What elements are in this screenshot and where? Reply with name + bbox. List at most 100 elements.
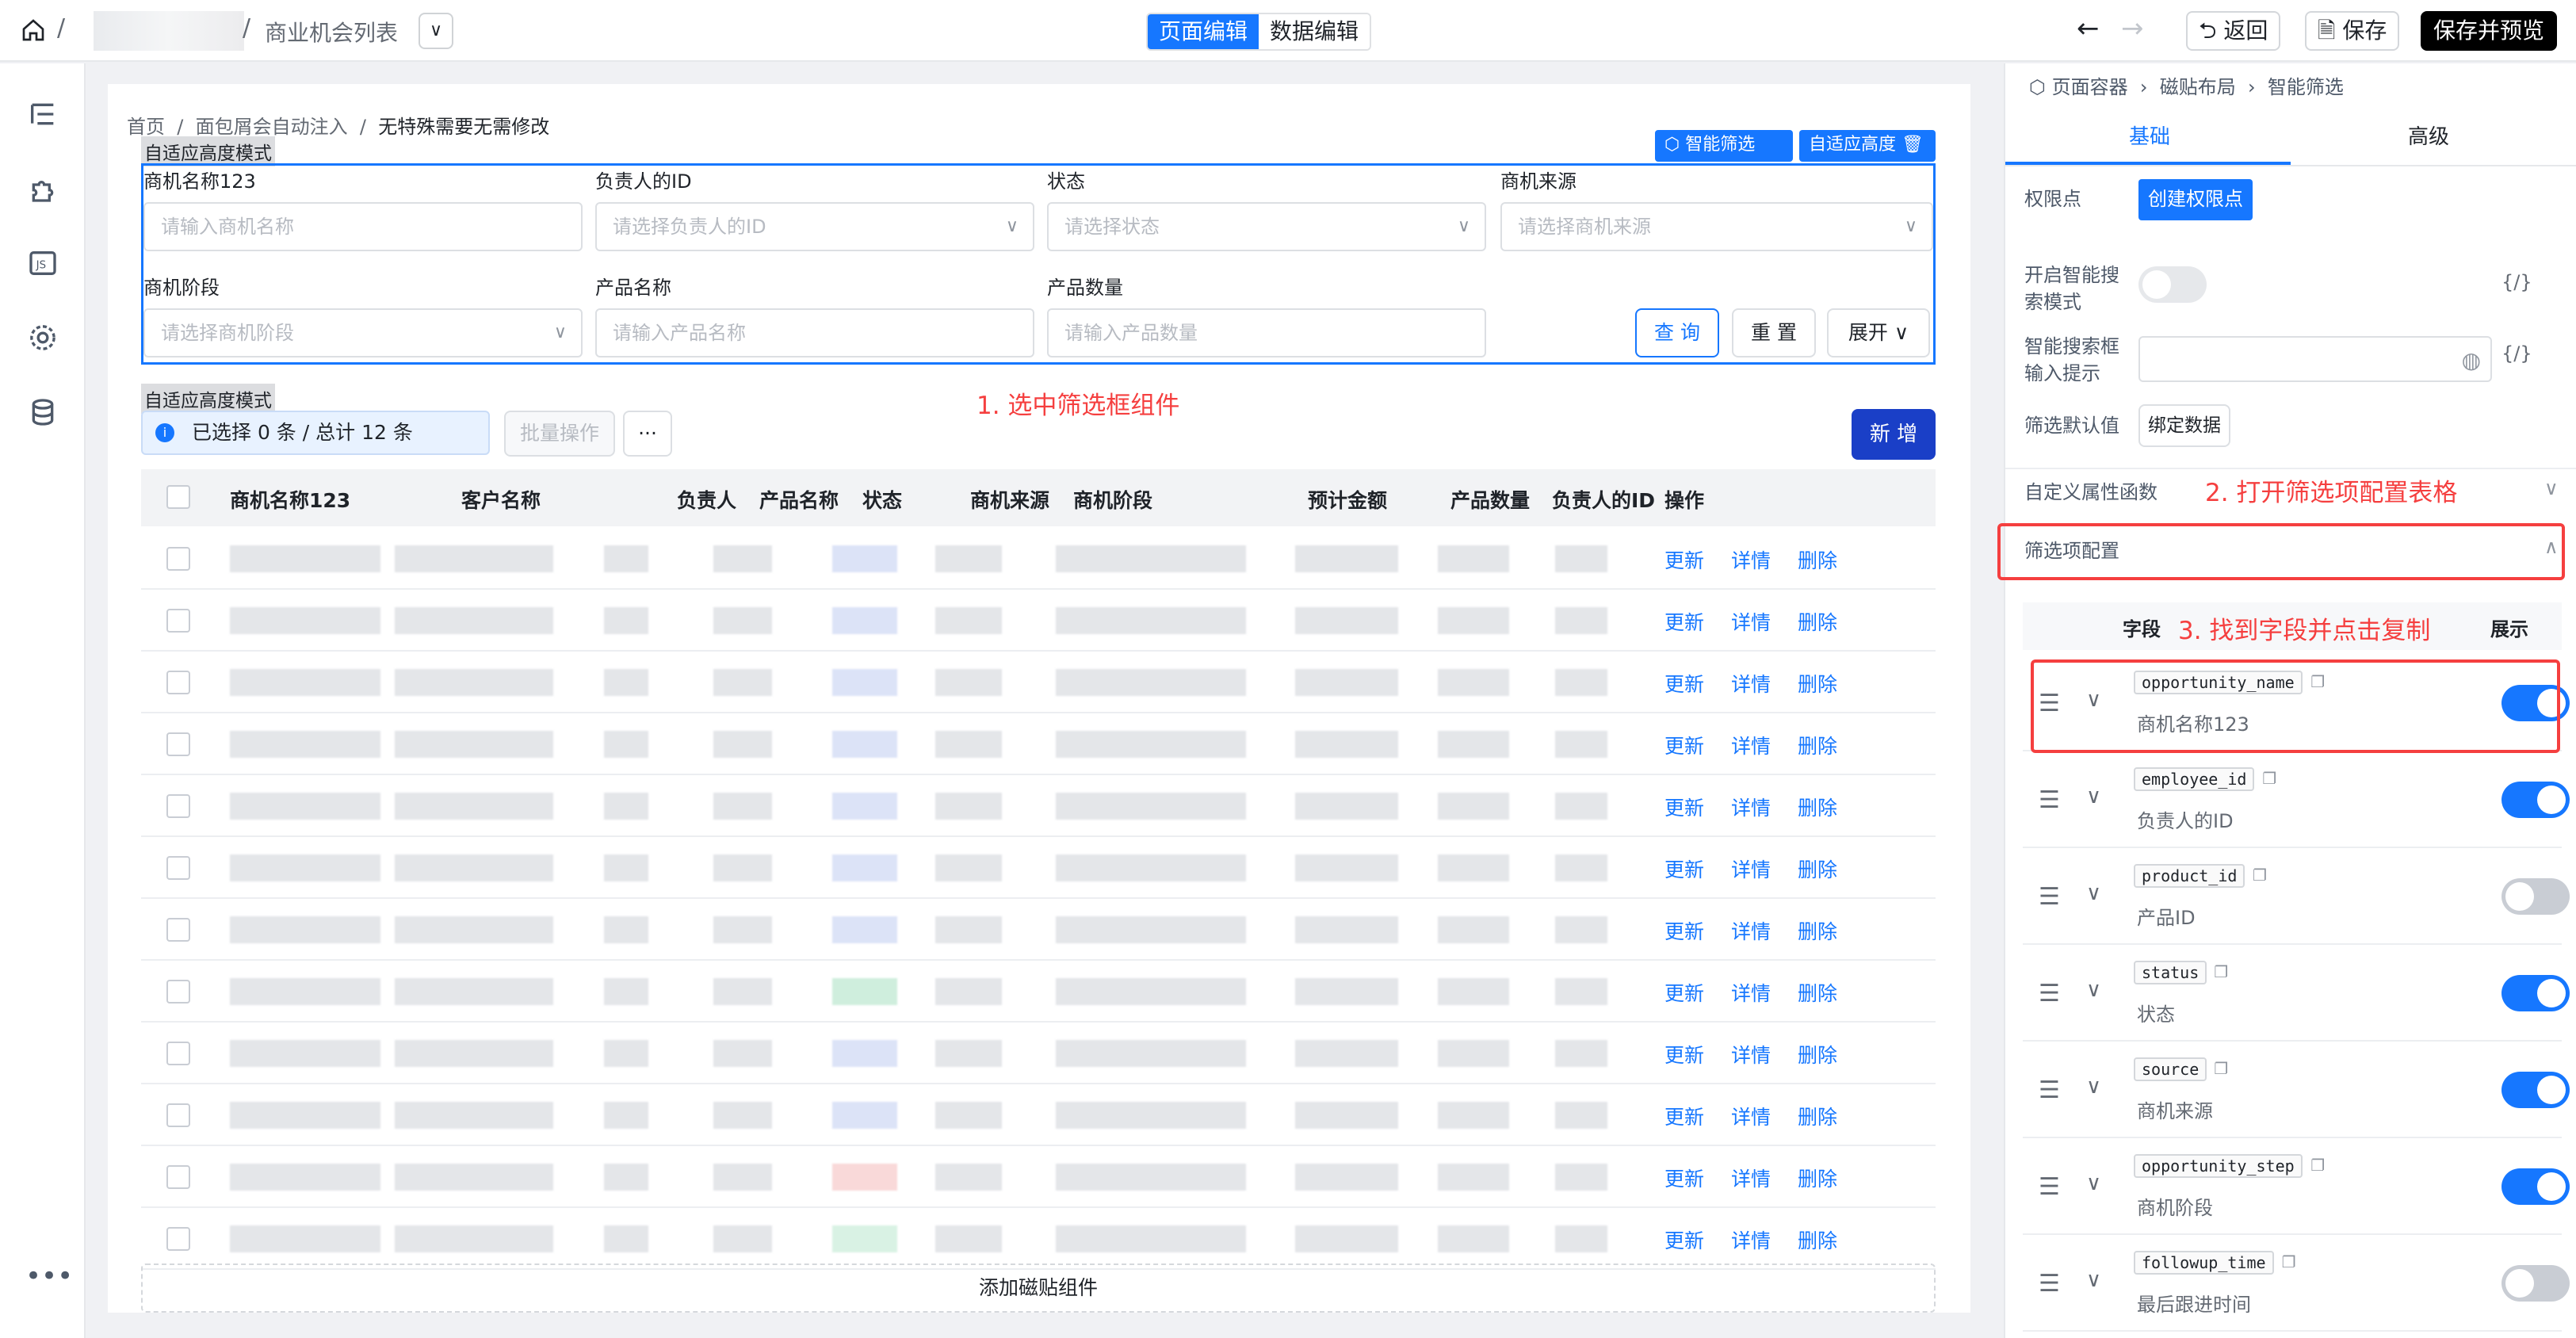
copy-icon[interactable]: ❐ [2282,1252,2296,1271]
delete-link[interactable]: 删除 [1798,1040,1837,1068]
chevron-down-icon[interactable]: ∨ [2086,1268,2101,1292]
custom-function-section[interactable]: 自定义属性函数 [2024,479,2157,506]
drag-handle-icon[interactable]: ☰ [2039,1270,2060,1298]
detail-link[interactable]: 详情 [1731,854,1771,883]
chevron-down-icon[interactable]: ∨ [2086,1075,2101,1099]
add-magnet-component-button[interactable]: 添加磁贴组件 [141,1263,1936,1313]
row-checkbox[interactable] [166,1042,190,1065]
detail-link[interactable]: 详情 [1731,1040,1771,1068]
save-preview-button[interactable]: 保存并预览 [2421,11,2558,51]
smart-search-toggle[interactable] [2138,266,2207,303]
row-checkbox[interactable] [166,609,190,633]
delete-link[interactable]: 删除 [1798,669,1837,698]
show-toggle[interactable] [2501,1072,2570,1108]
smart-filter-button[interactable]: ⬡ 智能筛选 [1655,130,1793,162]
gear-icon[interactable] [27,322,59,354]
detail-link[interactable]: 详情 [1731,1102,1771,1130]
query-button[interactable]: 查 询 [1635,308,1719,357]
breadcrumb-mid[interactable]: 面包屑会自动注入 [196,116,348,138]
delete-link[interactable]: 删除 [1798,916,1837,945]
row-checkbox[interactable] [166,918,190,942]
globe-icon[interactable]: ◍ [2462,338,2481,384]
detail-link[interactable]: 详情 [1731,731,1771,759]
home-icon[interactable] [21,17,46,43]
back-button[interactable]: ⮌ 返回 [2186,11,2281,51]
update-link[interactable]: 更新 [1664,854,1704,883]
update-link[interactable]: 更新 [1664,545,1704,574]
chevron-down-icon[interactable]: ∨ [2086,785,2101,809]
chevron-up-icon[interactable]: ∧ [2544,536,2559,558]
update-link[interactable]: 更新 [1664,607,1704,636]
reset-button[interactable]: 重 置 [1732,308,1816,357]
filter-select[interactable]: 请选择负责人的ID ∨ [595,202,1034,251]
code-expression-icon[interactable]: {/} [2501,342,2532,365]
delete-link[interactable]: 删除 [1798,1102,1837,1130]
detail-link[interactable]: 详情 [1731,607,1771,636]
copy-icon[interactable]: ❐ [2310,1156,2325,1175]
copy-icon[interactable]: ❐ [2214,962,2228,981]
database-icon[interactable] [27,396,59,428]
more-actions-button[interactable]: ··· [623,411,672,457]
detail-link[interactable]: 详情 [1731,1164,1771,1192]
update-link[interactable]: 更新 [1664,669,1704,698]
delete-link[interactable]: 删除 [1798,978,1837,1007]
chevron-down-icon[interactable]: ∨ [2086,978,2101,1002]
row-checkbox[interactable] [166,671,190,694]
update-link[interactable]: 更新 [1664,978,1704,1007]
more-icon[interactable]: ••• [25,1260,73,1292]
drag-handle-icon[interactable]: ☰ [2039,883,2060,911]
batch-operation-button[interactable]: 批量操作 [504,411,615,457]
adaptive-height-button[interactable]: 自适应高度 🗑 [1799,130,1936,162]
copy-icon[interactable]: ❐ [2253,866,2267,885]
drag-handle-icon[interactable]: ☰ [2039,1173,2060,1201]
chevron-down-icon[interactable]: ∨ [2544,477,2559,499]
delete-link[interactable]: 删除 [1798,607,1837,636]
filter-input[interactable]: 请输入产品数量 [1047,308,1486,357]
update-link[interactable]: 更新 [1664,731,1704,759]
smart-hint-input[interactable]: ◍ [2138,336,2492,382]
drag-handle-icon[interactable]: ☰ [2039,786,2060,814]
tab-page-edit[interactable]: 页面编辑 [1148,14,1259,49]
delete-link[interactable]: 删除 [1798,854,1837,883]
detail-link[interactable]: 详情 [1731,793,1771,821]
detail-link[interactable]: 详情 [1731,669,1771,698]
breadcrumb-home[interactable]: 首页 [127,116,165,138]
filter-input[interactable]: 请输入产品名称 [595,308,1034,357]
update-link[interactable]: 更新 [1664,916,1704,945]
filter-select[interactable]: 请选择状态 ∨ [1047,202,1486,251]
row-checkbox[interactable] [166,547,190,571]
row-checkbox[interactable] [166,1227,190,1251]
copy-icon[interactable]: ❐ [2214,1059,2228,1078]
detail-link[interactable]: 详情 [1731,916,1771,945]
show-toggle[interactable] [2501,878,2570,915]
row-checkbox[interactable] [166,980,190,1004]
create-permission-button[interactable]: 创建权限点 [2138,179,2253,220]
tab-basic[interactable]: 基础 [2129,120,2170,150]
row-checkbox[interactable] [166,856,190,880]
tab-advanced[interactable]: 高级 [2408,120,2449,150]
row-checkbox[interactable] [166,1165,190,1189]
trash-icon[interactable]: 🗑 [1896,135,1924,155]
component-puzzle-icon[interactable] [27,173,59,205]
chevron-down-icon[interactable]: ∨ [2086,881,2101,905]
delete-link[interactable]: 删除 [1798,545,1837,574]
expand-button[interactable]: 展开 ∨ [1827,308,1930,357]
filter-form[interactable]: 商机名称123 请输入商机名称 负责人的ID 请选择负责人的ID ∨ 状态 请选择… [141,163,1936,365]
detail-link[interactable]: 详情 [1731,1225,1771,1254]
add-button[interactable]: 新 增 [1852,409,1936,460]
page-switch-dropdown[interactable]: ∨ [419,13,453,49]
drag-handle-icon[interactable]: ☰ [2039,980,2060,1007]
show-toggle[interactable] [2501,1265,2570,1302]
row-checkbox[interactable] [166,732,190,756]
delete-link[interactable]: 删除 [1798,793,1837,821]
js-code-icon[interactable]: JS [27,247,59,279]
row-checkbox[interactable] [166,794,190,818]
drag-handle-icon[interactable]: ☰ [2039,1076,2060,1104]
detail-link[interactable]: 详情 [1731,978,1771,1007]
undo-icon[interactable]: ← [2077,13,2100,44]
show-toggle[interactable] [2501,975,2570,1011]
delete-link[interactable]: 删除 [1798,731,1837,759]
delete-link[interactable]: 删除 [1798,1225,1837,1254]
bind-data-button[interactable]: 绑定数据 [2138,404,2230,447]
show-toggle[interactable] [2501,782,2570,818]
